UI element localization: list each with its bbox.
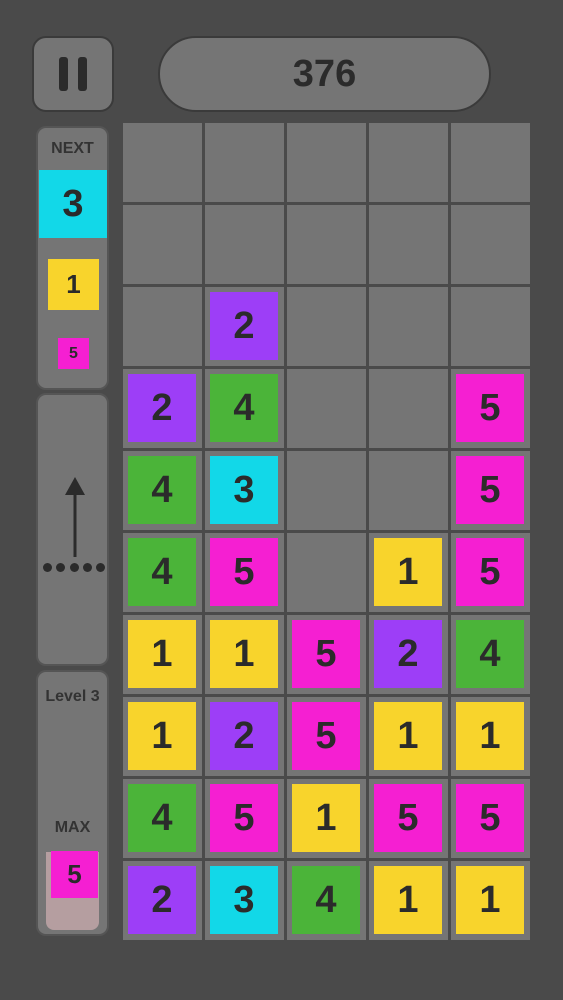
board-cell [451, 287, 530, 366]
board-tile: 2 [210, 292, 278, 360]
board-tile: 1 [292, 784, 360, 852]
board-tile: 5 [292, 620, 360, 688]
board-tile: 1 [210, 620, 278, 688]
swipe-dots-icon [43, 563, 105, 575]
board-tile: 2 [128, 866, 196, 934]
board-tile: 2 [128, 374, 196, 442]
board-cell [287, 205, 366, 284]
board-tile: 1 [374, 866, 442, 934]
next-tile-1: 3 [39, 170, 107, 238]
board-tile: 5 [456, 374, 524, 442]
board-tile: 5 [456, 784, 524, 852]
board-tile: 1 [374, 538, 442, 606]
game-board[interactable]: 2245435451511524125114515523411 [123, 123, 530, 940]
board-tile: 1 [456, 702, 524, 770]
board-cell [287, 287, 366, 366]
board-cell [287, 533, 366, 612]
board-tile: 4 [456, 620, 524, 688]
board-tile: 5 [292, 702, 360, 770]
board-tile: 1 [456, 866, 524, 934]
board-cell [451, 123, 530, 202]
board-cell [369, 369, 448, 448]
score-display: 376 [158, 36, 491, 112]
next-tile-3: 5 [58, 338, 89, 369]
board-cell [123, 287, 202, 366]
board-cell [123, 123, 202, 202]
next-label: NEXT [51, 140, 94, 157]
board-tile: 3 [210, 456, 278, 524]
board-tile: 5 [456, 456, 524, 524]
pause-icon-bar-right [78, 57, 87, 91]
board-tile: 5 [374, 784, 442, 852]
board-cell [451, 205, 530, 284]
swipe-up-arrow-icon [65, 477, 85, 557]
board-tile: 3 [210, 866, 278, 934]
board-cell [287, 451, 366, 530]
next-tile-2: 1 [48, 259, 99, 310]
board-tile: 1 [374, 702, 442, 770]
max-label: MAX [54, 819, 91, 836]
board-tile: 4 [210, 374, 278, 442]
drop-swipe-zone[interactable] [36, 393, 109, 666]
board-cell [205, 205, 284, 284]
max-tile: 5 [51, 851, 98, 898]
next-queue-panel: NEXT 3 1 5 [36, 126, 109, 390]
score-value: 376 [292, 52, 357, 95]
board-cell [369, 451, 448, 530]
board-cell [287, 369, 366, 448]
board-cell [369, 287, 448, 366]
pause-button[interactable] [32, 36, 114, 112]
board-tile: 2 [374, 620, 442, 688]
board-cell [369, 123, 448, 202]
board-tile: 1 [128, 620, 196, 688]
board-tile: 4 [292, 866, 360, 934]
board-tile: 5 [210, 538, 278, 606]
board-cell [205, 123, 284, 202]
board-tile: 1 [128, 702, 196, 770]
board-tile: 4 [128, 538, 196, 606]
board-tile: 5 [456, 538, 524, 606]
pause-icon-bar-left [59, 57, 68, 91]
board-tile: 4 [128, 456, 196, 524]
board-tile: 4 [128, 784, 196, 852]
board-cell [123, 205, 202, 284]
level-label: Level 3 [45, 688, 100, 705]
board-tile: 2 [210, 702, 278, 770]
board-cell [369, 205, 448, 284]
level-panel: Level 3 MAX 5 [36, 670, 109, 936]
board-cell [287, 123, 366, 202]
board-tile: 5 [210, 784, 278, 852]
